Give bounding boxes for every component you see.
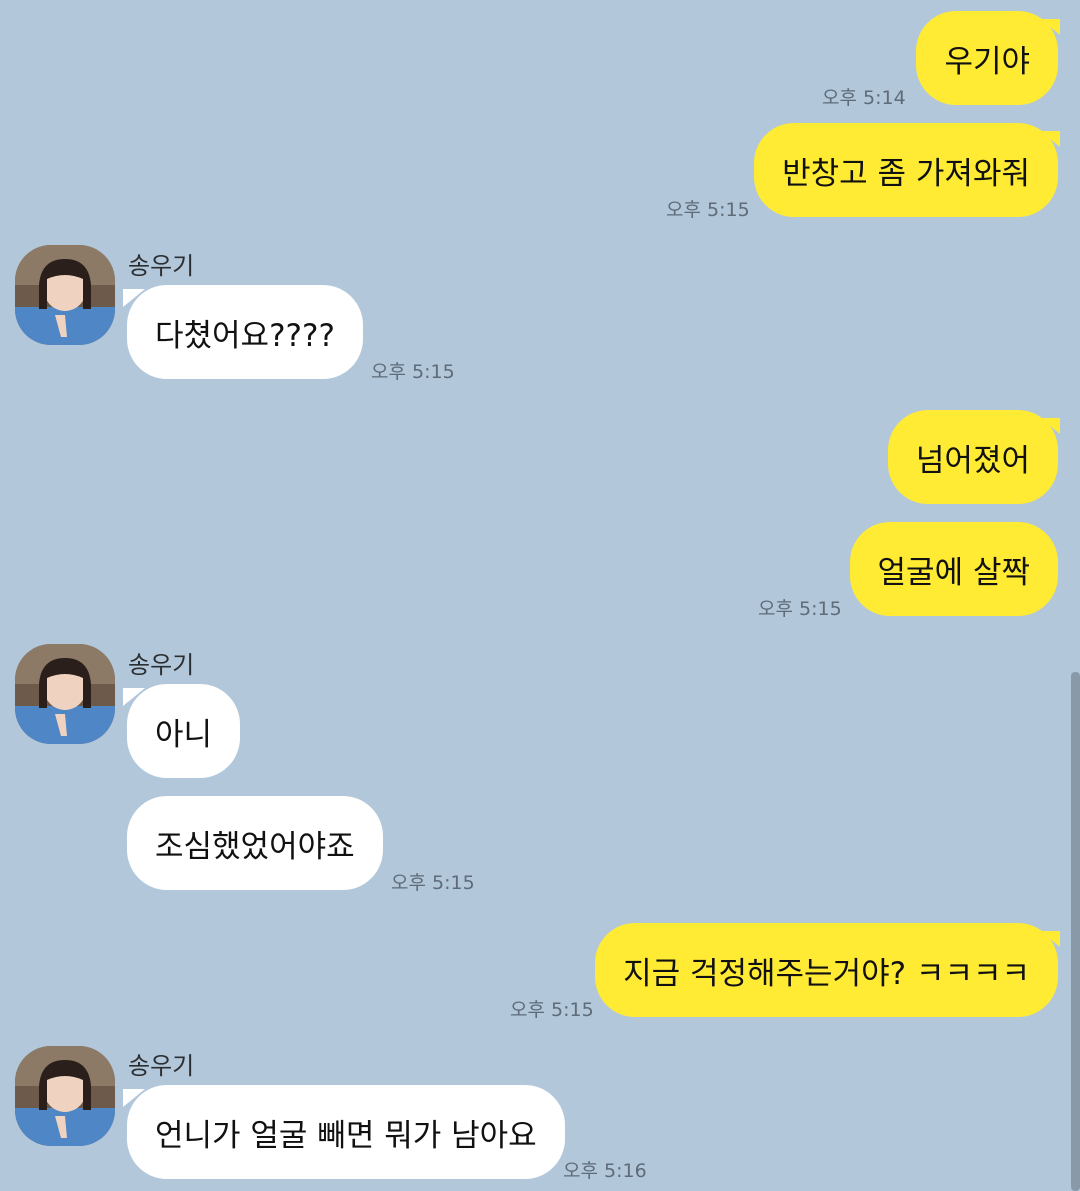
- contact-avatar[interactable]: [15, 1046, 115, 1146]
- message-timestamp: 오후 5:15: [371, 361, 455, 383]
- message-text: 언니가 얼굴 빼면 뭐가 남아요: [155, 1117, 537, 1154]
- message-bubble-received[interactable]: 조심했었어야죠: [127, 796, 383, 890]
- message-bubble-received[interactable]: 다쳤어요????: [123, 285, 363, 379]
- message-text: 지금 걱정해주는거야? ㅋㅋㅋㅋ: [623, 955, 1030, 992]
- sender-name: 송우기: [128, 252, 195, 280]
- message-text: 우기야: [944, 43, 1030, 80]
- message-text: 조심했었어야죠: [155, 828, 355, 865]
- message-bubble-sent[interactable]: 넘어졌어: [887, 410, 1061, 504]
- message-timestamp: 오후 5:15: [391, 872, 475, 894]
- profile-photo-icon: [15, 1046, 115, 1146]
- contact-avatar[interactable]: [15, 644, 115, 744]
- scrollbar[interactable]: [1071, 672, 1080, 1191]
- message-timestamp: 오후 5:15: [510, 999, 594, 1021]
- message-bubble-sent[interactable]: 지금 걱정해주는거야? ㅋㅋㅋㅋ: [595, 923, 1060, 1017]
- message-text: 아니: [155, 716, 213, 753]
- message-bubble-received[interactable]: 언니가 얼굴 빼면 뭐가 남아요: [123, 1085, 565, 1179]
- message-bubble-sent[interactable]: 우기야: [916, 11, 1060, 105]
- message-text: 넘어졌어: [915, 442, 1030, 479]
- message-timestamp: 오후 5:14: [822, 87, 906, 109]
- profile-photo-icon: [15, 644, 115, 744]
- sender-name: 송우기: [128, 651, 195, 679]
- message-timestamp: 오후 5:15: [666, 199, 750, 221]
- chat-room: 우기야 오후 5:14 반창고 좀 가져와줘 오후 5:15 송우기 다쳤어요?…: [0, 0, 1080, 1191]
- message-timestamp: 오후 5:16: [563, 1160, 647, 1182]
- message-bubble-sent[interactable]: 반창고 좀 가져와줘: [754, 123, 1060, 217]
- message-text: 얼굴에 살짝: [877, 554, 1030, 591]
- message-text: 다쳤어요????: [155, 317, 335, 354]
- message-text: 반창고 좀 가져와줘: [782, 155, 1030, 192]
- contact-avatar[interactable]: [15, 245, 115, 345]
- message-timestamp: 오후 5:15: [758, 598, 842, 620]
- message-bubble-sent[interactable]: 얼굴에 살짝: [849, 522, 1058, 616]
- profile-photo-icon: [15, 245, 115, 345]
- sender-name: 송우기: [128, 1052, 195, 1080]
- message-bubble-received[interactable]: 아니: [122, 684, 241, 778]
